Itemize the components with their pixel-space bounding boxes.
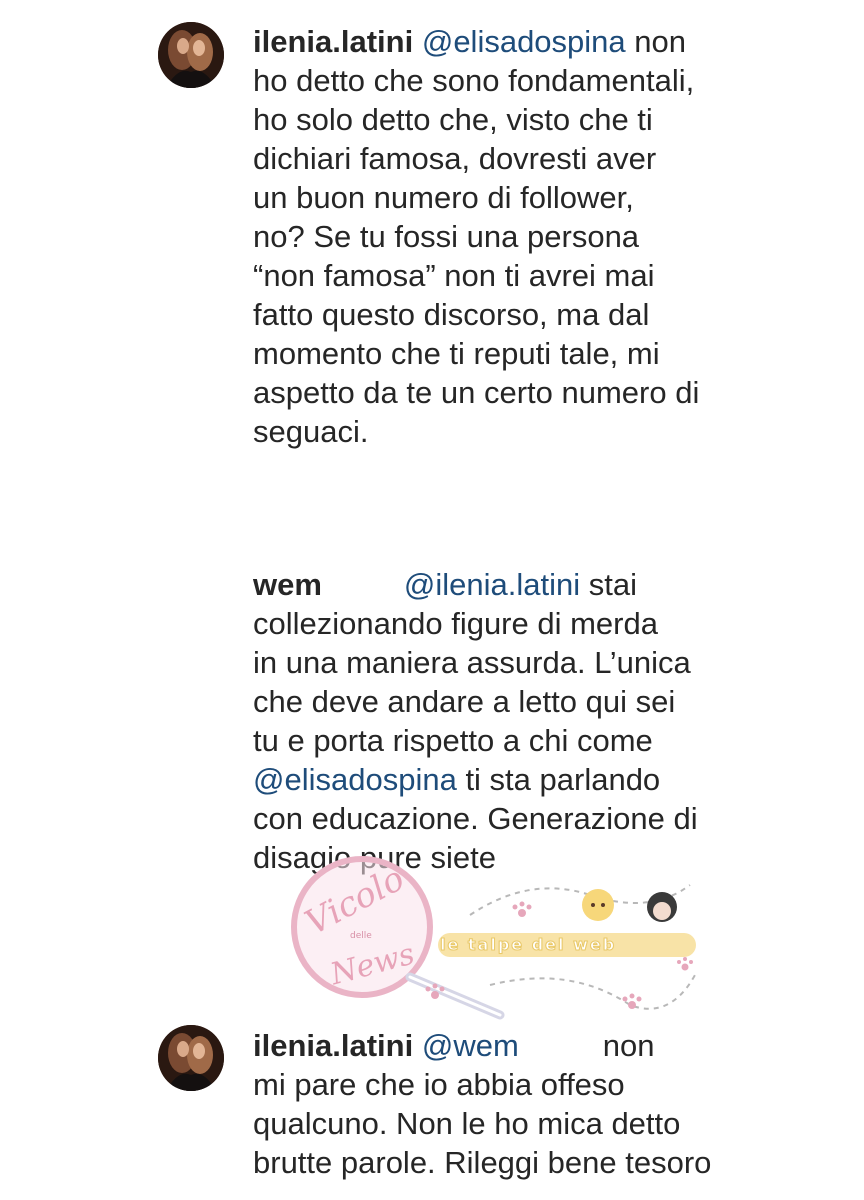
watermark-logo-word: delle: [350, 931, 372, 941]
mention-link[interactable]: @ilenia.latini: [404, 567, 580, 602]
comment-line: con educazione. Generazione di: [253, 801, 698, 836]
watermark-banner: le talpe del web: [439, 935, 617, 955]
avatar[interactable]: [158, 22, 224, 88]
comment-line: non: [625, 24, 687, 59]
comment-line: ti sta parlando: [456, 762, 661, 797]
comment-line: ho detto che sono fondamentali,: [253, 63, 695, 98]
comment-line: brutte parole. Rileggi bene tesoro: [253, 1145, 712, 1180]
comment-line: no? Se tu fossi una persona: [253, 219, 640, 254]
comment-line: mi pare che io abbia offeso: [253, 1067, 625, 1102]
comment-line: seguaci.: [253, 414, 369, 449]
mention-link[interactable]: @elisadospina: [253, 762, 457, 797]
mention-link[interactable]: @elisadospina: [422, 24, 626, 59]
watermark-graphic: [291, 856, 696, 1020]
comment-text: ilenia.latini @wem non mi pare che io abb…: [253, 1026, 753, 1182]
comment-line: qualcuno. Non le ho mica detto: [253, 1106, 681, 1141]
comment-line: fatto questo discorso, ma dal: [253, 297, 650, 332]
comment-line: stai: [580, 567, 638, 602]
watermark-logo-word: News: [326, 936, 419, 993]
comment-username[interactable]: ilenia.latini: [253, 1028, 413, 1063]
comment-line: aspetto da te un certo numero di: [253, 375, 700, 410]
avatar[interactable]: [158, 1025, 224, 1091]
comment-line: un buon numero di follower,: [253, 180, 634, 215]
comment-line: disagio pure siete: [253, 840, 496, 875]
comment-line: “non famosa” non ti avrei mai: [253, 258, 655, 293]
comment-line: ho solo detto che, visto che ti: [253, 102, 653, 137]
comment-username[interactable]: ilenia.latini: [253, 24, 413, 59]
comment-line: momento che ti reputi tale, mi: [253, 336, 660, 371]
comment-line: in una maniera assurda. L’unica: [253, 645, 691, 680]
comment-text: wem @ilenia.latini stai collezionando fig…: [253, 565, 753, 877]
comment-line: collezionando figure di merda: [253, 606, 658, 641]
mention-link[interactable]: @wem: [422, 1028, 519, 1063]
comment-text: ilenia.latini @elisadospina non ho detto…: [253, 22, 753, 451]
watermark: Vicolo delle News le talpe del web: [270, 855, 710, 1030]
comment-line: che deve andare a letto qui sei: [253, 684, 676, 719]
comment-line: dichiari famosa, dovresti aver: [253, 141, 657, 176]
comment-line: non: [602, 1028, 655, 1063]
comment-username[interactable]: wem: [253, 567, 322, 602]
comment-line: tu e porta rispetto a chi come: [253, 723, 653, 758]
